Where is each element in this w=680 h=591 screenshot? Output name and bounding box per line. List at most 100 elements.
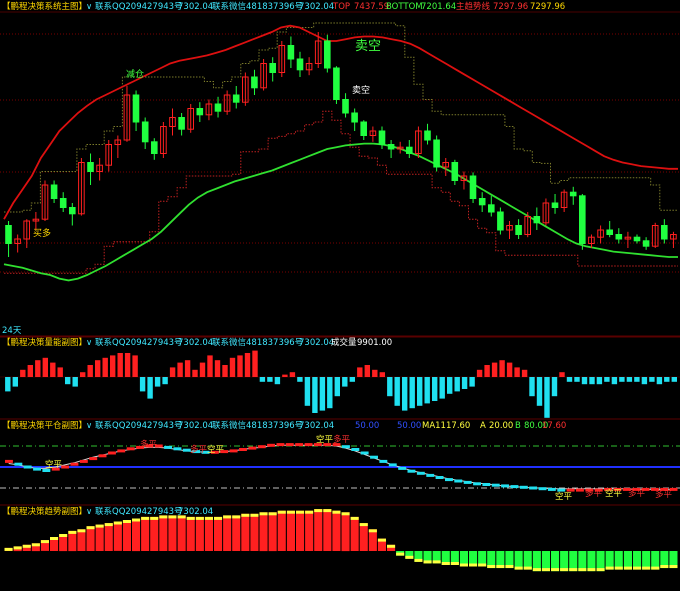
pos-signal-short-close-1: 空平 bbox=[45, 459, 63, 470]
volume-bar bbox=[162, 377, 168, 385]
volume-bar bbox=[454, 377, 460, 392]
trend-bar-cap bbox=[104, 523, 113, 527]
trend-bar bbox=[341, 512, 350, 552]
trend-bar-cap bbox=[86, 526, 95, 530]
position-dash bbox=[416, 471, 425, 475]
position-dash bbox=[239, 448, 247, 451]
position-dash bbox=[454, 479, 463, 483]
trend-bar-cap bbox=[587, 568, 596, 572]
candle-body bbox=[661, 225, 668, 240]
volume-contact-qq-value: 7302.04 bbox=[178, 338, 213, 348]
position-title: 【鹏程决策平仓副图】 bbox=[2, 420, 87, 431]
trend-bar-cap bbox=[68, 530, 77, 534]
volume-bar bbox=[484, 365, 490, 377]
trend-bar-cap bbox=[505, 565, 514, 568]
position-chevron-icon: ∨ bbox=[86, 421, 92, 431]
volume-bar bbox=[432, 377, 438, 401]
trend-bar bbox=[323, 509, 332, 551]
bottom-label: BOTTOM bbox=[386, 2, 423, 12]
trend-bar-cap bbox=[459, 563, 468, 567]
volume-bar bbox=[72, 377, 78, 387]
candle-body bbox=[287, 45, 295, 60]
trend-bar bbox=[268, 512, 277, 552]
position-dash bbox=[23, 465, 32, 469]
volume-bar bbox=[229, 357, 236, 377]
pos-signal-short-close-2: 空平 bbox=[207, 444, 225, 455]
candle-body bbox=[579, 195, 586, 245]
volume-bar bbox=[596, 377, 603, 385]
bottom-value: 7201.64 bbox=[421, 2, 456, 12]
trend-bar bbox=[86, 526, 95, 551]
position-dash bbox=[126, 447, 135, 451]
pos-signal-long-close-5: 多平 bbox=[628, 488, 646, 499]
trend-bar bbox=[141, 516, 150, 551]
candle-body bbox=[132, 94, 140, 123]
candle-body bbox=[606, 229, 614, 235]
main-contact-wx: 联系微信481837396号 bbox=[212, 1, 303, 12]
trend-bar bbox=[113, 521, 122, 551]
volume-contact-qq: 联系QQ209427943号 bbox=[95, 337, 183, 348]
candle-body bbox=[69, 207, 76, 215]
trend-bar bbox=[132, 518, 141, 552]
volume-bar bbox=[139, 377, 146, 392]
trend-bar-cap bbox=[314, 509, 323, 513]
volume-bar bbox=[20, 369, 26, 377]
trend-value-1: 7297.96 bbox=[493, 2, 528, 12]
position-dash bbox=[463, 480, 472, 484]
trend-bar-cap bbox=[113, 521, 122, 525]
volume-bar bbox=[551, 377, 558, 397]
volume-bar bbox=[581, 377, 588, 385]
volume-bar bbox=[199, 362, 206, 377]
volume-bar bbox=[117, 353, 123, 377]
trend-bar-cap bbox=[423, 560, 432, 564]
period-label: 24天 bbox=[2, 326, 22, 336]
position-dash bbox=[435, 476, 444, 479]
volume-bar bbox=[297, 377, 303, 382]
candle-body bbox=[424, 130, 431, 141]
volume-bar bbox=[649, 377, 655, 382]
volume-contact-wx-value: 7302.04 bbox=[299, 338, 334, 348]
trend-bar bbox=[314, 509, 323, 551]
volume-bar bbox=[379, 372, 385, 377]
candle-body bbox=[469, 175, 477, 199]
trend-bar-cap bbox=[532, 568, 541, 572]
trend-bar-cap bbox=[232, 515, 241, 519]
ma-value: 17.60 bbox=[446, 421, 470, 431]
volume-bar bbox=[589, 377, 595, 385]
trend-bar-cap bbox=[432, 560, 441, 564]
trend-bar-cap bbox=[523, 566, 532, 570]
volume-bar bbox=[342, 377, 348, 387]
volume-bar bbox=[327, 377, 333, 409]
candle-body bbox=[59, 198, 67, 208]
volume-bar bbox=[424, 377, 430, 404]
candle-body bbox=[533, 216, 541, 224]
volume-bar bbox=[611, 377, 618, 385]
pos-signal-short-close-4: 空平 bbox=[555, 491, 573, 502]
volume-bar bbox=[35, 360, 41, 377]
candle-body bbox=[178, 117, 185, 130]
candle-body bbox=[433, 139, 440, 168]
volume-bar bbox=[124, 353, 131, 377]
candle-body bbox=[50, 184, 58, 199]
position-dash bbox=[79, 459, 88, 463]
position-dash bbox=[276, 443, 285, 447]
trend-bar-cap bbox=[241, 513, 250, 517]
volume-bar bbox=[42, 357, 48, 377]
position-dash bbox=[538, 487, 547, 491]
volume-bar bbox=[461, 377, 468, 389]
trend-bar bbox=[223, 515, 232, 551]
trend-bar bbox=[232, 515, 241, 551]
trend-bar bbox=[241, 513, 250, 551]
trend-bar-cap bbox=[59, 534, 68, 537]
volume-bar bbox=[259, 377, 266, 382]
volume-bar bbox=[559, 372, 565, 377]
position-dash bbox=[519, 485, 528, 489]
volume-bar bbox=[514, 367, 520, 377]
candle-body bbox=[642, 240, 650, 247]
volume-bar bbox=[319, 377, 326, 411]
volume-bar bbox=[439, 377, 445, 399]
trend-bar bbox=[168, 515, 177, 551]
volume-bar bbox=[491, 362, 498, 377]
trend-bar-cap bbox=[660, 565, 669, 568]
trend-bar-cap bbox=[286, 510, 295, 514]
